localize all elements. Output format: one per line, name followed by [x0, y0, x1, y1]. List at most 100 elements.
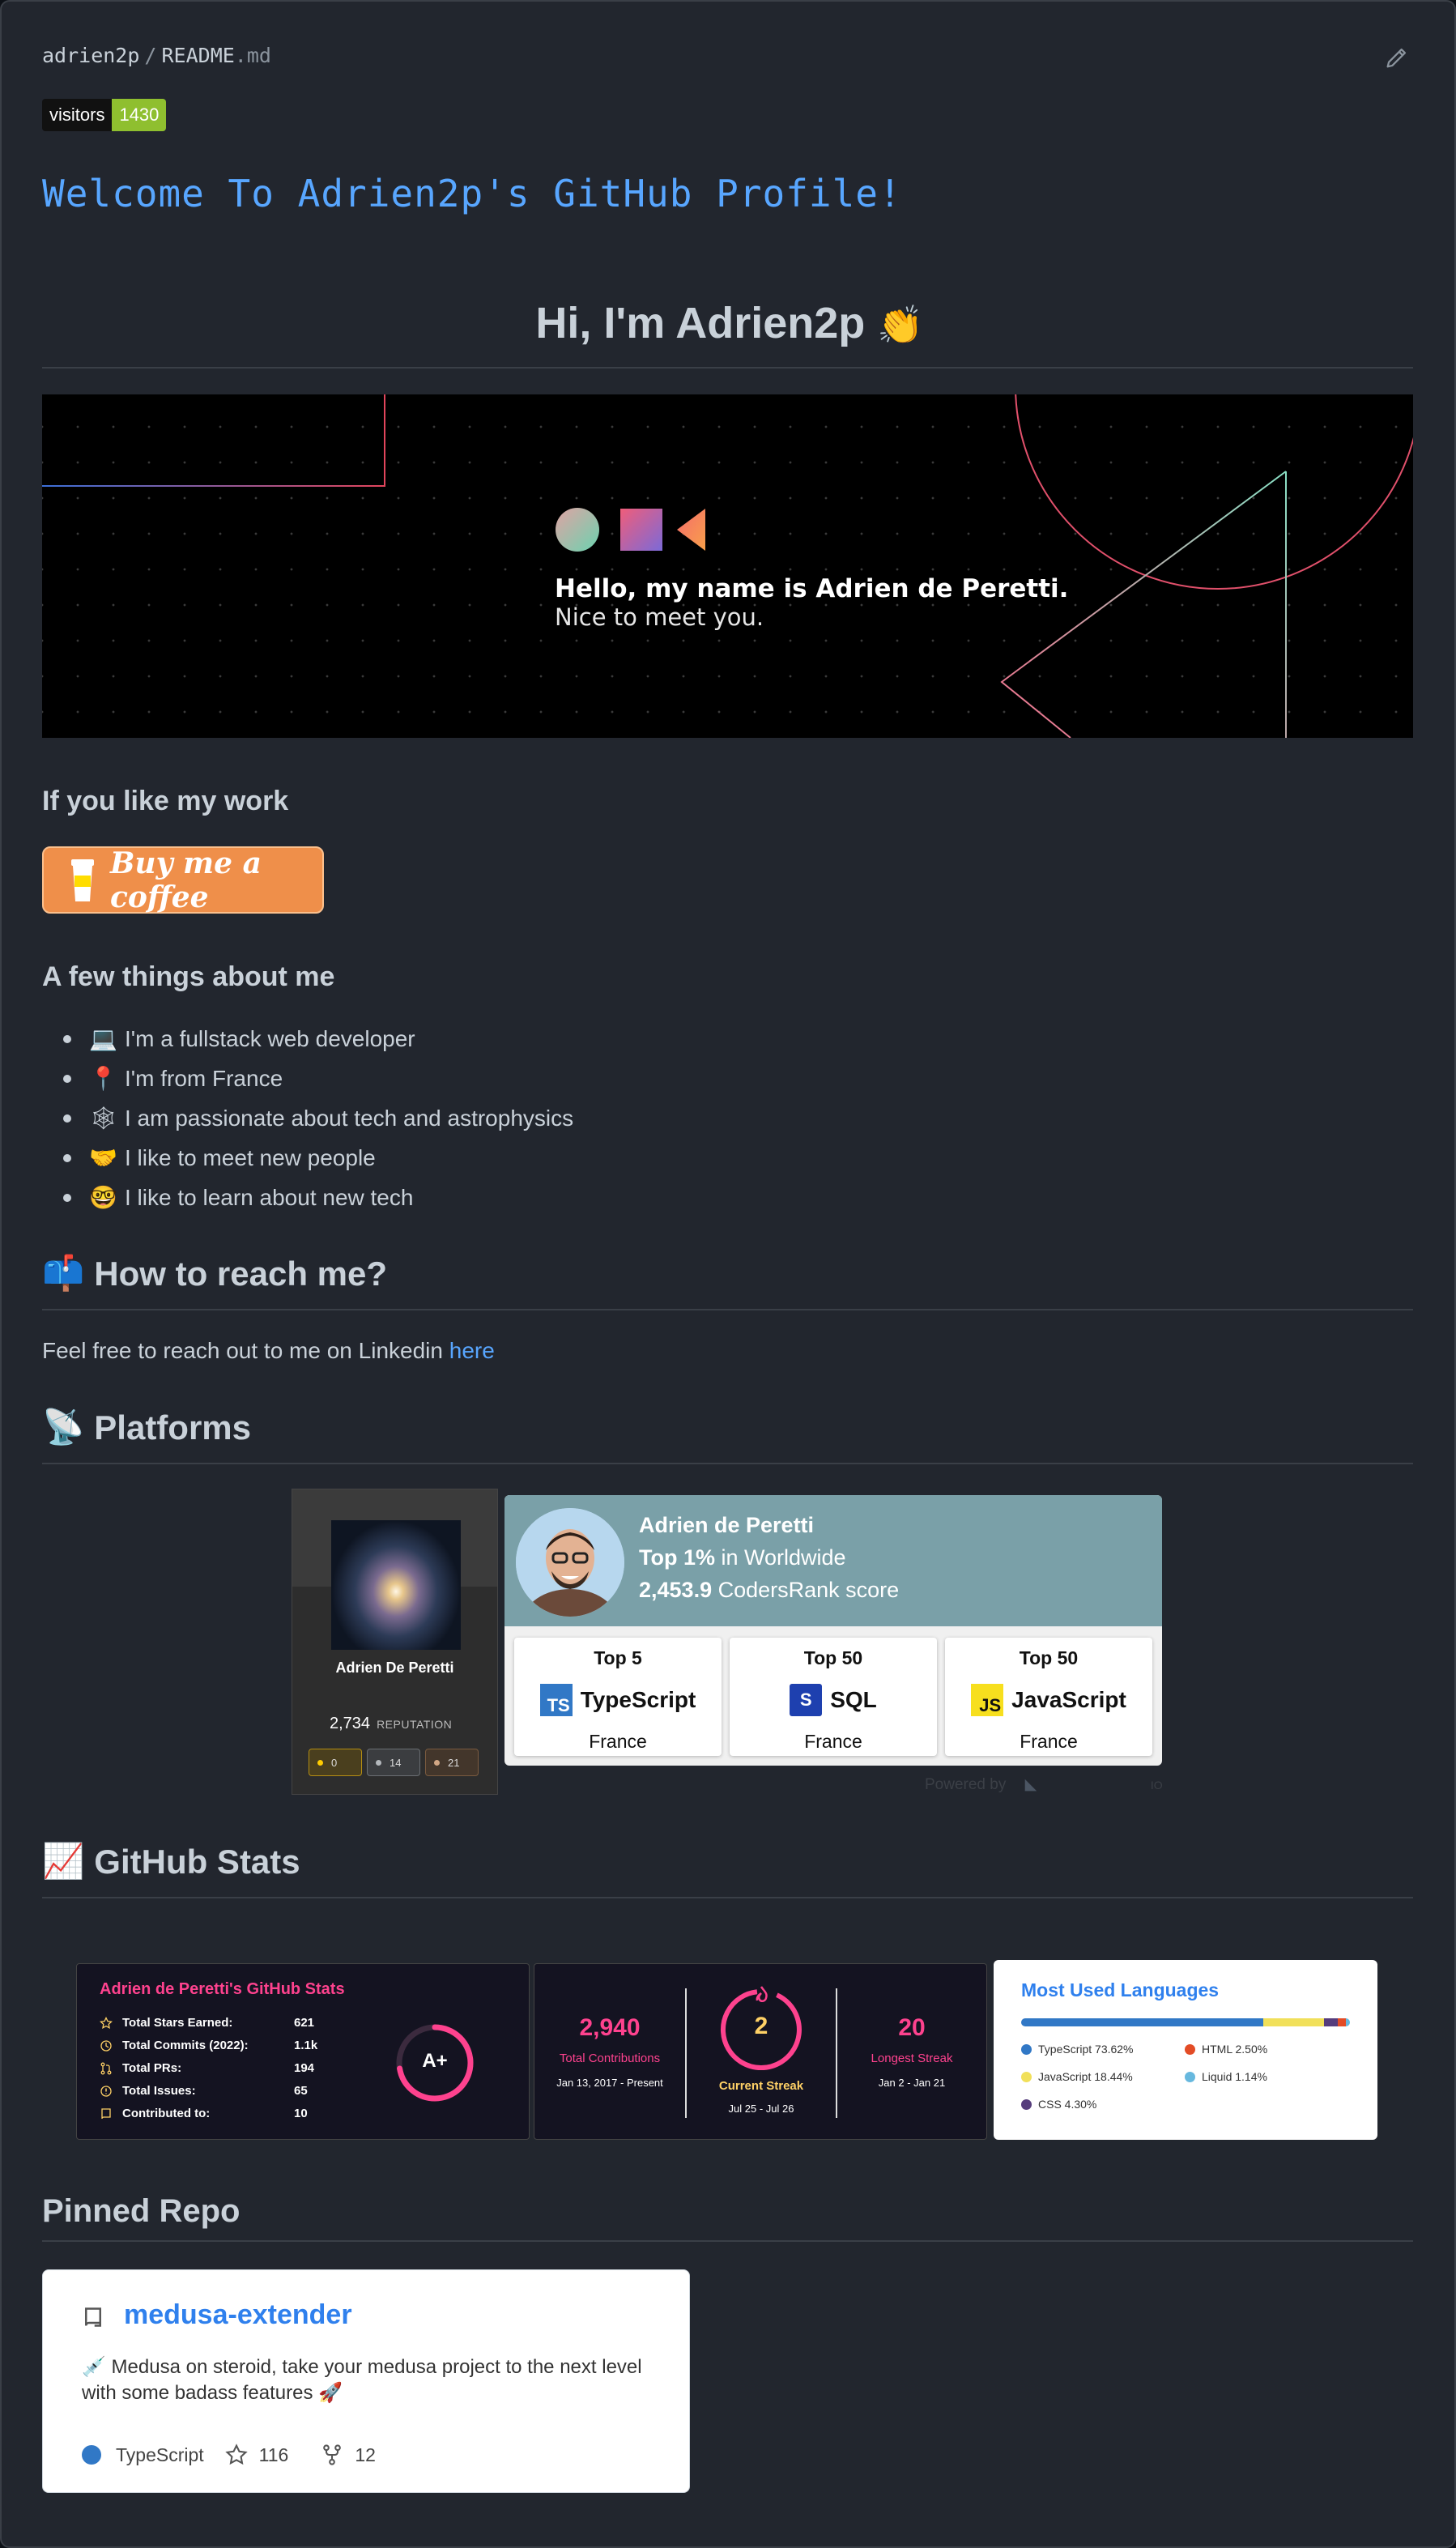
silver-badge: 14	[367, 1749, 420, 1776]
chart-emoji: 📈	[42, 1842, 85, 1880]
stats-title: Adrien de Peretti's GitHub Stats	[100, 1980, 345, 1998]
repo-description-text: Medusa on steroid, take your medusa proj…	[82, 2356, 642, 2404]
gold-badge: 0	[309, 1749, 362, 1776]
longest-range: Jan 2 - Jan 21	[878, 2077, 946, 2089]
current-label: Current Streak	[718, 2079, 804, 2093]
stat-label: Total Issues:	[122, 2084, 196, 2098]
stat-value: 621	[294, 2016, 315, 2030]
codersrank-card[interactable]: Adrien de Peretti Top 1% in Worldwide 2,…	[504, 1495, 1162, 1766]
list-item-text: I'm from France	[125, 1065, 283, 1091]
cr-language-card: Top 5 TS TypeScript France	[514, 1638, 722, 1756]
pinned-repo-card[interactable]: medusa-extender 💉 Medusa on steroid, tak…	[42, 2269, 690, 2493]
satellite-emoji: 📡	[42, 1408, 85, 1446]
stat-row: Total PRs: 194	[100, 2061, 314, 2075]
cr-card-lang: TypeScript	[580, 1687, 696, 1712]
streak-card[interactable]: 2,940 Total Contributions Jan 13, 2017 -…	[534, 1963, 987, 2140]
pin-emoji: 📍	[89, 1066, 117, 1091]
stat-label: Total Stars Earned:	[122, 2016, 233, 2030]
list-item-text: I am passionate about tech and astrophys…	[125, 1105, 574, 1131]
list-item-text: I like to learn about new tech	[125, 1184, 414, 1210]
coffee-label: Buy me a coffee	[110, 846, 262, 914]
divider	[42, 2240, 1413, 2242]
language-item: JavaScript 18.44%	[1021, 2070, 1133, 2083]
greeting-heading: Hi, I'm Adrien2p 👏	[2, 298, 1456, 348]
cr-card-country: France	[589, 1731, 647, 1752]
typescript-logo-icon: TS	[539, 1684, 573, 1716]
banner-hello: Hello, my name is Adrien de Peretti.	[555, 574, 1069, 603]
divider	[42, 367, 1413, 369]
cr-card-rank: Top 50	[803, 1647, 863, 1668]
stat-row: Total Stars Earned: 621	[100, 2016, 314, 2030]
reach-heading: 📫 How to reach me?	[42, 1254, 387, 1293]
powered-by-text: Powered by	[925, 1776, 1007, 1793]
file-path: adrien2p / README.md	[42, 44, 271, 67]
path-separator: /	[144, 44, 157, 67]
language-bar-segment	[1338, 2018, 1347, 2026]
cr-rank: Top 1% in Worldwide	[639, 1545, 846, 1570]
cr-rank-value: Top 1%	[639, 1545, 715, 1570]
fork-icon[interactable]	[321, 2444, 343, 2466]
repo-stars[interactable]: 116	[259, 2444, 289, 2466]
list-item: 📍 I'm from France	[62, 1059, 573, 1098]
repo-name-link[interactable]: medusa-extender	[124, 2299, 352, 2331]
visitors-badge: visitors 1430	[42, 99, 167, 131]
pencil-icon[interactable]	[1383, 44, 1411, 71]
sql-logo-icon: S	[790, 1684, 823, 1716]
powered-suffix: IO	[1150, 1779, 1163, 1792]
language-label: CSS 4.30%	[1038, 2098, 1097, 2111]
current-range: Jul 25 - Jul 26	[728, 2103, 794, 2115]
linkedin-link[interactable]: here	[449, 1338, 495, 1363]
cr-card-lang: JavaScript	[1011, 1687, 1126, 1712]
stat-value: 1.1k	[294, 2039, 318, 2052]
reach-heading-text: How to reach me?	[94, 1254, 388, 1293]
platforms-heading: 📡 Platforms	[42, 1408, 251, 1447]
language-label: JavaScript 18.44%	[1038, 2070, 1133, 2083]
stat-row: Contributed to: 10	[100, 2107, 308, 2120]
total-label: Total Contributions	[559, 2052, 661, 2065]
language-bar-segment	[1021, 2018, 1263, 2026]
language-item: TypeScript 73.62%	[1021, 2043, 1134, 2056]
total-contrib: 2,940 Total Contributions Jan 13, 2017 -…	[534, 2014, 685, 2089]
repo-meta: TypeScript 116 12	[82, 2444, 376, 2466]
total-range: Jan 13, 2017 - Present	[556, 2077, 663, 2089]
languages-card[interactable]: Most Used Languages TypeScript 73.62% HT…	[994, 1960, 1377, 2140]
longest-label: Longest Streak	[871, 2052, 953, 2065]
cr-card-rank: Top 50	[1019, 1647, 1079, 1668]
star-icon	[100, 2016, 113, 2029]
language-label: TypeScript 73.62%	[1038, 2043, 1134, 2056]
visitors-label: visitors	[42, 99, 113, 131]
stat-label: Total PRs:	[122, 2061, 182, 2075]
stat-label: Total Commits (2022):	[122, 2039, 249, 2052]
so-reputation-label: REPUTATION	[377, 1718, 453, 1731]
buy-me-a-coffee-button[interactable]: Buy me a coffee	[42, 846, 324, 914]
coffee-cup-icon	[68, 858, 97, 903]
stat-label: Contributed to:	[122, 2107, 211, 2120]
language-item: CSS 4.30%	[1021, 2098, 1096, 2111]
platforms-heading-text: Platforms	[94, 1408, 252, 1447]
so-reputation: 2,734 REPUTATION	[330, 1715, 452, 1733]
reach-text: Feel free to reach out to me on Linkedin…	[42, 1338, 495, 1364]
profile-banner: Hello, my name is Adrien de Peretti. Nic…	[42, 394, 1413, 738]
support-heading: If you like my work	[42, 786, 289, 816]
repo-forks[interactable]: 12	[355, 2444, 376, 2466]
path-user[interactable]: adrien2p	[42, 44, 139, 67]
list-item: 🕸 I am passionate about tech and astrophy…	[62, 1098, 573, 1138]
star-icon[interactable]	[224, 2444, 248, 2466]
profile-avatar	[516, 1508, 624, 1617]
visitors-count: 1430	[112, 99, 167, 131]
stats-heading-text: GitHub Stats	[94, 1842, 300, 1881]
stackoverflow-card[interactable]: Adrien De Peretti 2,734 REPUTATION 0 14 2…	[292, 1489, 498, 1795]
github-stats-card[interactable]: Adrien de Peretti's GitHub Stats Total S…	[76, 1963, 530, 2140]
language-bar-segment	[1323, 2018, 1339, 2026]
laptop-emoji: 💻	[89, 1026, 117, 1051]
cr-card-lang: SQL	[830, 1687, 877, 1712]
cr-card-rank: Top 5	[594, 1647, 642, 1668]
total-value: 2,940	[579, 2014, 641, 2041]
gold-badge-count: 0	[331, 1756, 338, 1769]
divider	[42, 1897, 1413, 1898]
language-label: HTML 2.50%	[1202, 2043, 1268, 2056]
cr-language-card: Top 50 JS JavaScript France	[945, 1638, 1152, 1756]
reach-sentence: Feel free to reach out to me on Linkedin	[42, 1338, 449, 1363]
language-dot	[82, 2445, 101, 2465]
repo-description: 💉 Medusa on steroid, take your medusa pr…	[82, 2354, 665, 2406]
